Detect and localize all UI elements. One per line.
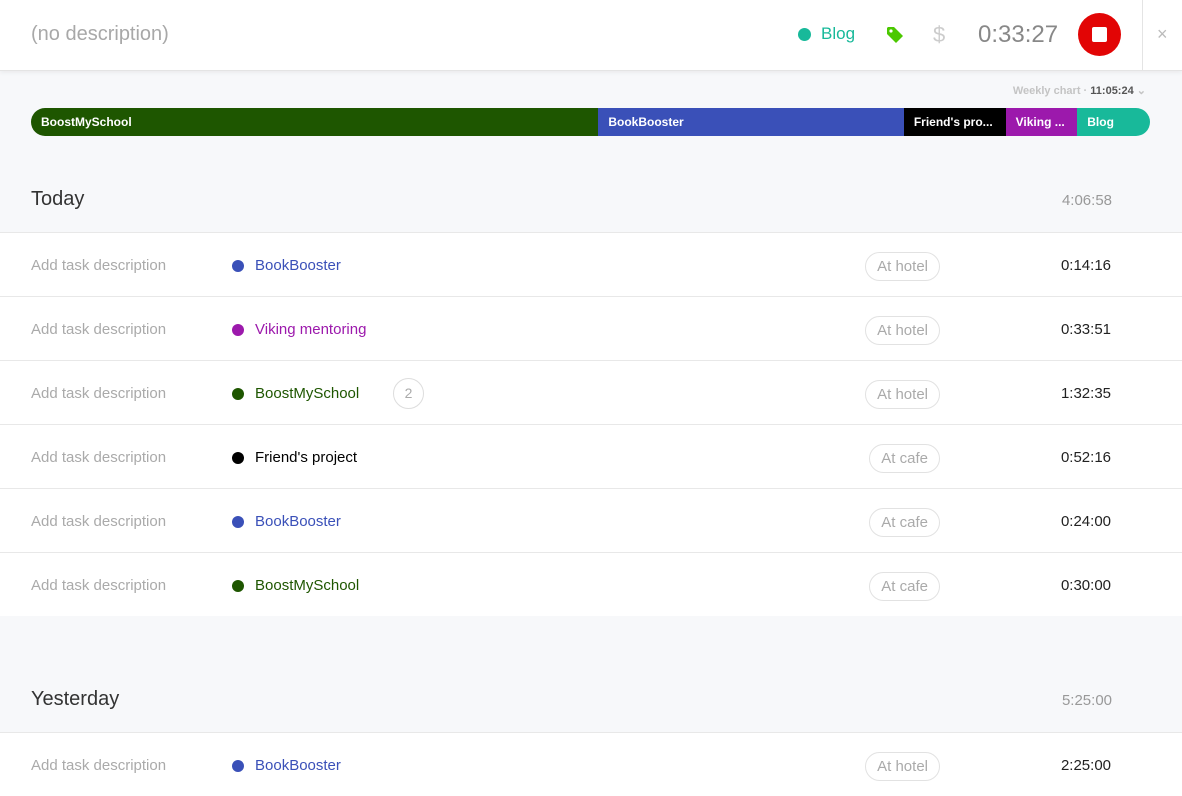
entry-duration[interactable]: 0:14:16 <box>1061 257 1111 274</box>
entry-duration[interactable]: 0:30:00 <box>1061 577 1111 594</box>
entry-description[interactable]: Add task description <box>31 257 166 274</box>
timer-display: 0:33:27 <box>978 21 1059 48</box>
project-name: Friend's project <box>255 449 358 466</box>
bar-segment: Viking ... <box>1005 108 1078 136</box>
time-entry-row[interactable]: Add task description BookBooster At hote… <box>0 232 1182 296</box>
project-label: Blog <box>821 24 856 43</box>
entry-description[interactable]: Add task description <box>31 757 166 774</box>
entry-description[interactable]: Add task description <box>31 449 166 466</box>
entry-description[interactable]: Add task description <box>31 385 166 402</box>
project-name: Viking mentoring <box>255 321 367 338</box>
billable-dollar-icon[interactable]: $ <box>933 22 945 48</box>
project-selector[interactable]: Blog <box>798 24 855 44</box>
project-color-dot <box>232 579 244 592</box>
timer-bar: (no description) Blog $ 0:33:27 × <box>0 0 1182 71</box>
entry-project[interactable]: BookBooster <box>232 257 341 274</box>
entry-tag[interactable]: At hotel <box>865 316 940 345</box>
tag-icon[interactable] <box>886 26 904 49</box>
entry-duration[interactable]: 2:25:00 <box>1061 757 1111 774</box>
entry-description[interactable]: Add task description <box>31 513 166 530</box>
day-total: 4:06:58 <box>1061 192 1112 209</box>
time-entry-row[interactable]: Add task description Viking mentoring At… <box>0 296 1182 360</box>
grouped-count-badge[interactable]: 2 <box>393 378 424 409</box>
project-color-dot <box>232 387 244 400</box>
day-total: 5:25:00 <box>1061 692 1112 709</box>
divider <box>1142 0 1143 71</box>
entry-tag[interactable]: At hotel <box>865 752 940 781</box>
entry-tag[interactable]: At cafe <box>869 572 940 601</box>
time-entry-row[interactable]: Add task description BoostMySchool At ca… <box>0 552 1182 616</box>
project-color-dot <box>798 27 811 41</box>
bar-segment: BookBooster <box>598 108 904 136</box>
entry-tag[interactable]: At hotel <box>865 252 940 281</box>
weekly-chart-toggle[interactable]: Weekly chart · 11:05:24 ⌄ <box>1013 84 1146 97</box>
project-name: BookBooster <box>255 757 341 774</box>
entry-description[interactable]: Add task description <box>31 321 166 338</box>
project-name: BoostMySchool <box>255 385 360 402</box>
entry-project[interactable]: Friend's project <box>232 449 357 466</box>
time-entry-row[interactable]: Add task description BoostMySchool 2 At … <box>0 360 1182 424</box>
project-color-dot <box>232 759 244 772</box>
close-icon[interactable]: × <box>1157 24 1168 45</box>
entry-project[interactable]: BookBooster <box>232 513 341 530</box>
day-title: Today <box>31 188 85 210</box>
weekly-project-bar: BoostMySchool BookBooster Friend's pro... V… <box>31 108 1150 136</box>
project-name: BoostMySchool <box>255 577 360 594</box>
stop-icon <box>1092 27 1107 42</box>
entry-duration[interactable]: 0:52:16 <box>1061 449 1111 466</box>
project-color-dot <box>232 515 244 528</box>
entry-tag[interactable]: At cafe <box>869 508 940 537</box>
entry-tag[interactable]: At cafe <box>869 444 940 473</box>
project-name: BookBooster <box>255 513 341 530</box>
day-header: Today 4:06:58 <box>0 168 1182 232</box>
entry-duration[interactable]: 0:33:51 <box>1061 321 1111 338</box>
entry-project[interactable]: BoostMySchool <box>232 385 359 402</box>
project-color-dot <box>232 451 244 464</box>
day-header: Yesterday 5:25:00 <box>0 668 1182 732</box>
stop-button[interactable] <box>1078 13 1121 56</box>
entry-tag[interactable]: At hotel <box>865 380 940 409</box>
time-entry-row[interactable]: Add task description BookBooster At hote… <box>0 732 1182 796</box>
project-color-dot <box>232 323 244 336</box>
bar-segment: Friend's pro... <box>903 108 1006 136</box>
entry-project[interactable]: BoostMySchool <box>232 577 359 594</box>
entry-duration[interactable]: 1:32:35 <box>1061 385 1111 402</box>
entry-description[interactable]: Add task description <box>31 577 166 594</box>
time-entry-row[interactable]: Add task description Friend's project At… <box>0 424 1182 488</box>
bar-segment: BoostMySchool <box>31 108 599 136</box>
entry-project[interactable]: BookBooster <box>232 757 341 774</box>
day-title: Yesterday <box>31 688 120 710</box>
entry-project[interactable]: Viking mentoring <box>232 321 366 338</box>
bar-segment: Blog <box>1077 108 1150 136</box>
project-name: BookBooster <box>255 257 341 274</box>
description-input[interactable]: (no description) <box>31 23 169 46</box>
time-entry-row[interactable]: Add task description BookBooster At cafe… <box>0 488 1182 552</box>
project-color-dot <box>232 259 244 272</box>
entry-duration[interactable]: 0:24:00 <box>1061 513 1111 530</box>
